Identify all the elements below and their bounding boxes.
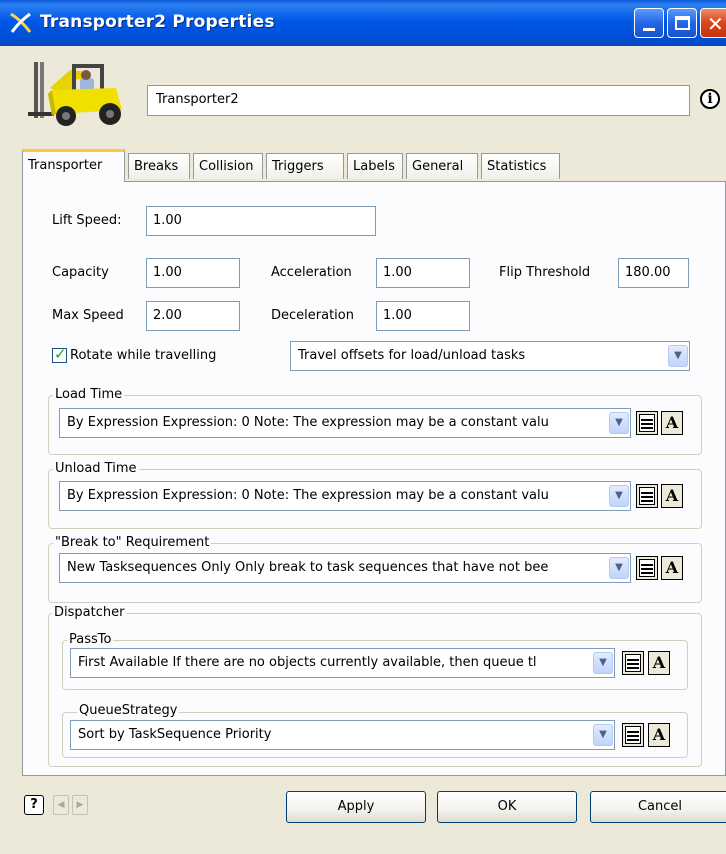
travel-offsets-value: Travel offsets for load/unload tasks xyxy=(298,348,526,363)
unload-time-template-button[interactable]: A xyxy=(661,484,683,508)
break-to-select[interactable]: New Tasksequences Only Only break to tas… xyxy=(59,553,631,583)
dispatcher-title: Dispatcher xyxy=(52,605,127,620)
capacity-input[interactable]: 1.00 xyxy=(146,258,240,288)
break-to-title: "Break to" Requirement xyxy=(53,535,212,550)
pass-to-template-button[interactable]: A xyxy=(648,651,670,675)
chevron-down-icon: ▼ xyxy=(609,557,629,579)
tab-general[interactable]: General xyxy=(406,153,478,179)
flexsim-x-icon xyxy=(10,12,32,33)
pass-to-select[interactable]: First Available If there are no objects … xyxy=(70,648,615,678)
unload-time-edit-button[interactable] xyxy=(636,484,658,508)
queue-strategy-select[interactable]: Sort by TaskSequence Priority ▼ xyxy=(70,720,615,750)
apply-button[interactable]: Apply xyxy=(286,791,426,823)
help-button[interactable]: ? xyxy=(24,795,44,815)
tab-statistics[interactable]: Statistics xyxy=(481,153,560,179)
ok-button[interactable]: OK xyxy=(437,791,577,823)
load-time-template-button[interactable]: A xyxy=(661,411,683,435)
chevron-down-icon: ▼ xyxy=(593,652,613,674)
tab-breaks[interactable]: Breaks xyxy=(128,153,190,179)
queue-strategy-title: QueueStrategy xyxy=(77,703,180,718)
unload-time-title: Unload Time xyxy=(53,461,139,476)
template-a-icon: A xyxy=(665,558,679,577)
queue-strategy-template-button[interactable]: A xyxy=(648,723,670,747)
queue-strategy-edit-button[interactable] xyxy=(622,723,644,747)
max-speed-input[interactable]: 2.00 xyxy=(146,301,240,331)
next-button[interactable]: ▶ xyxy=(72,795,88,815)
tab-transporter[interactable]: Transporter xyxy=(22,149,125,182)
pass-to-edit-button[interactable] xyxy=(622,651,644,675)
unload-time-select[interactable]: By Expression Expression: 0 Note: The ex… xyxy=(59,481,631,511)
maximize-icon xyxy=(675,16,690,30)
load-time-select[interactable]: By Expression Expression: 0 Note: The ex… xyxy=(59,408,631,438)
arrow-left-icon: ◀ xyxy=(57,800,65,810)
title-bar: Transporter2 Properties ✕ xyxy=(0,0,726,46)
pass-to-value: First Available If there are no objects … xyxy=(78,655,537,670)
minimize-icon xyxy=(643,28,655,31)
queue-strategy-value: Sort by TaskSequence Priority xyxy=(78,727,272,742)
break-to-edit-button[interactable] xyxy=(636,556,658,580)
chevron-down-icon: ▼ xyxy=(609,412,629,434)
info-icon: i xyxy=(700,89,720,109)
info-button[interactable]: i xyxy=(699,88,721,112)
previous-button[interactable]: ◀ xyxy=(53,795,69,815)
cancel-button[interactable]: Cancel xyxy=(590,791,726,823)
window-title: Transporter2 Properties xyxy=(40,12,275,32)
close-button[interactable]: ✕ xyxy=(700,8,726,38)
minimize-button[interactable] xyxy=(634,8,664,38)
break-to-value: New Tasksequences Only Only break to tas… xyxy=(67,560,549,575)
maximize-button[interactable] xyxy=(667,8,697,38)
chevron-down-icon: ▼ xyxy=(668,345,688,367)
lift-speed-label: Lift Speed: xyxy=(52,213,122,228)
tab-triggers[interactable]: Triggers xyxy=(266,153,344,179)
template-a-icon: A xyxy=(652,725,666,744)
deceleration-label: Deceleration xyxy=(271,308,354,323)
deceleration-input[interactable]: 1.00 xyxy=(376,301,470,331)
load-time-title: Load Time xyxy=(53,387,125,402)
tab-collision[interactable]: Collision xyxy=(193,153,263,179)
load-time-edit-button[interactable] xyxy=(636,411,658,435)
forklift-icon xyxy=(28,62,122,126)
template-a-icon: A xyxy=(652,653,666,672)
template-a-icon: A xyxy=(665,413,679,432)
rotate-checkbox[interactable]: ✓ xyxy=(52,345,67,363)
travel-offsets-select[interactable]: Travel offsets for load/unload tasks ▼ xyxy=(290,341,690,371)
chevron-down-icon: ▼ xyxy=(593,724,613,746)
pass-to-title: PassTo xyxy=(67,632,114,647)
flip-threshold-input[interactable]: 180.00 xyxy=(618,258,689,288)
object-name-input[interactable]: Transporter2 xyxy=(147,85,690,116)
rotate-label: Rotate while travelling xyxy=(70,348,217,363)
checkmark-icon: ✓ xyxy=(54,345,67,363)
template-a-icon: A xyxy=(665,486,679,505)
chevron-down-icon: ▼ xyxy=(609,485,629,507)
capacity-label: Capacity xyxy=(52,265,109,280)
max-speed-label: Max Speed xyxy=(52,308,124,323)
arrow-right-icon: ▶ xyxy=(76,800,84,810)
tab-labels[interactable]: Labels xyxy=(347,153,403,179)
help-icon: ? xyxy=(30,797,38,812)
close-icon: ✕ xyxy=(707,12,724,36)
unload-time-value: By Expression Expression: 0 Note: The ex… xyxy=(67,488,549,503)
lift-speed-input[interactable]: 1.00 xyxy=(146,206,376,236)
flip-threshold-label: Flip Threshold xyxy=(499,265,591,280)
acceleration-input[interactable]: 1.00 xyxy=(376,258,470,288)
break-to-template-button[interactable]: A xyxy=(661,556,683,580)
acceleration-label: Acceleration xyxy=(271,265,352,280)
load-time-value: By Expression Expression: 0 Note: The ex… xyxy=(67,415,549,430)
